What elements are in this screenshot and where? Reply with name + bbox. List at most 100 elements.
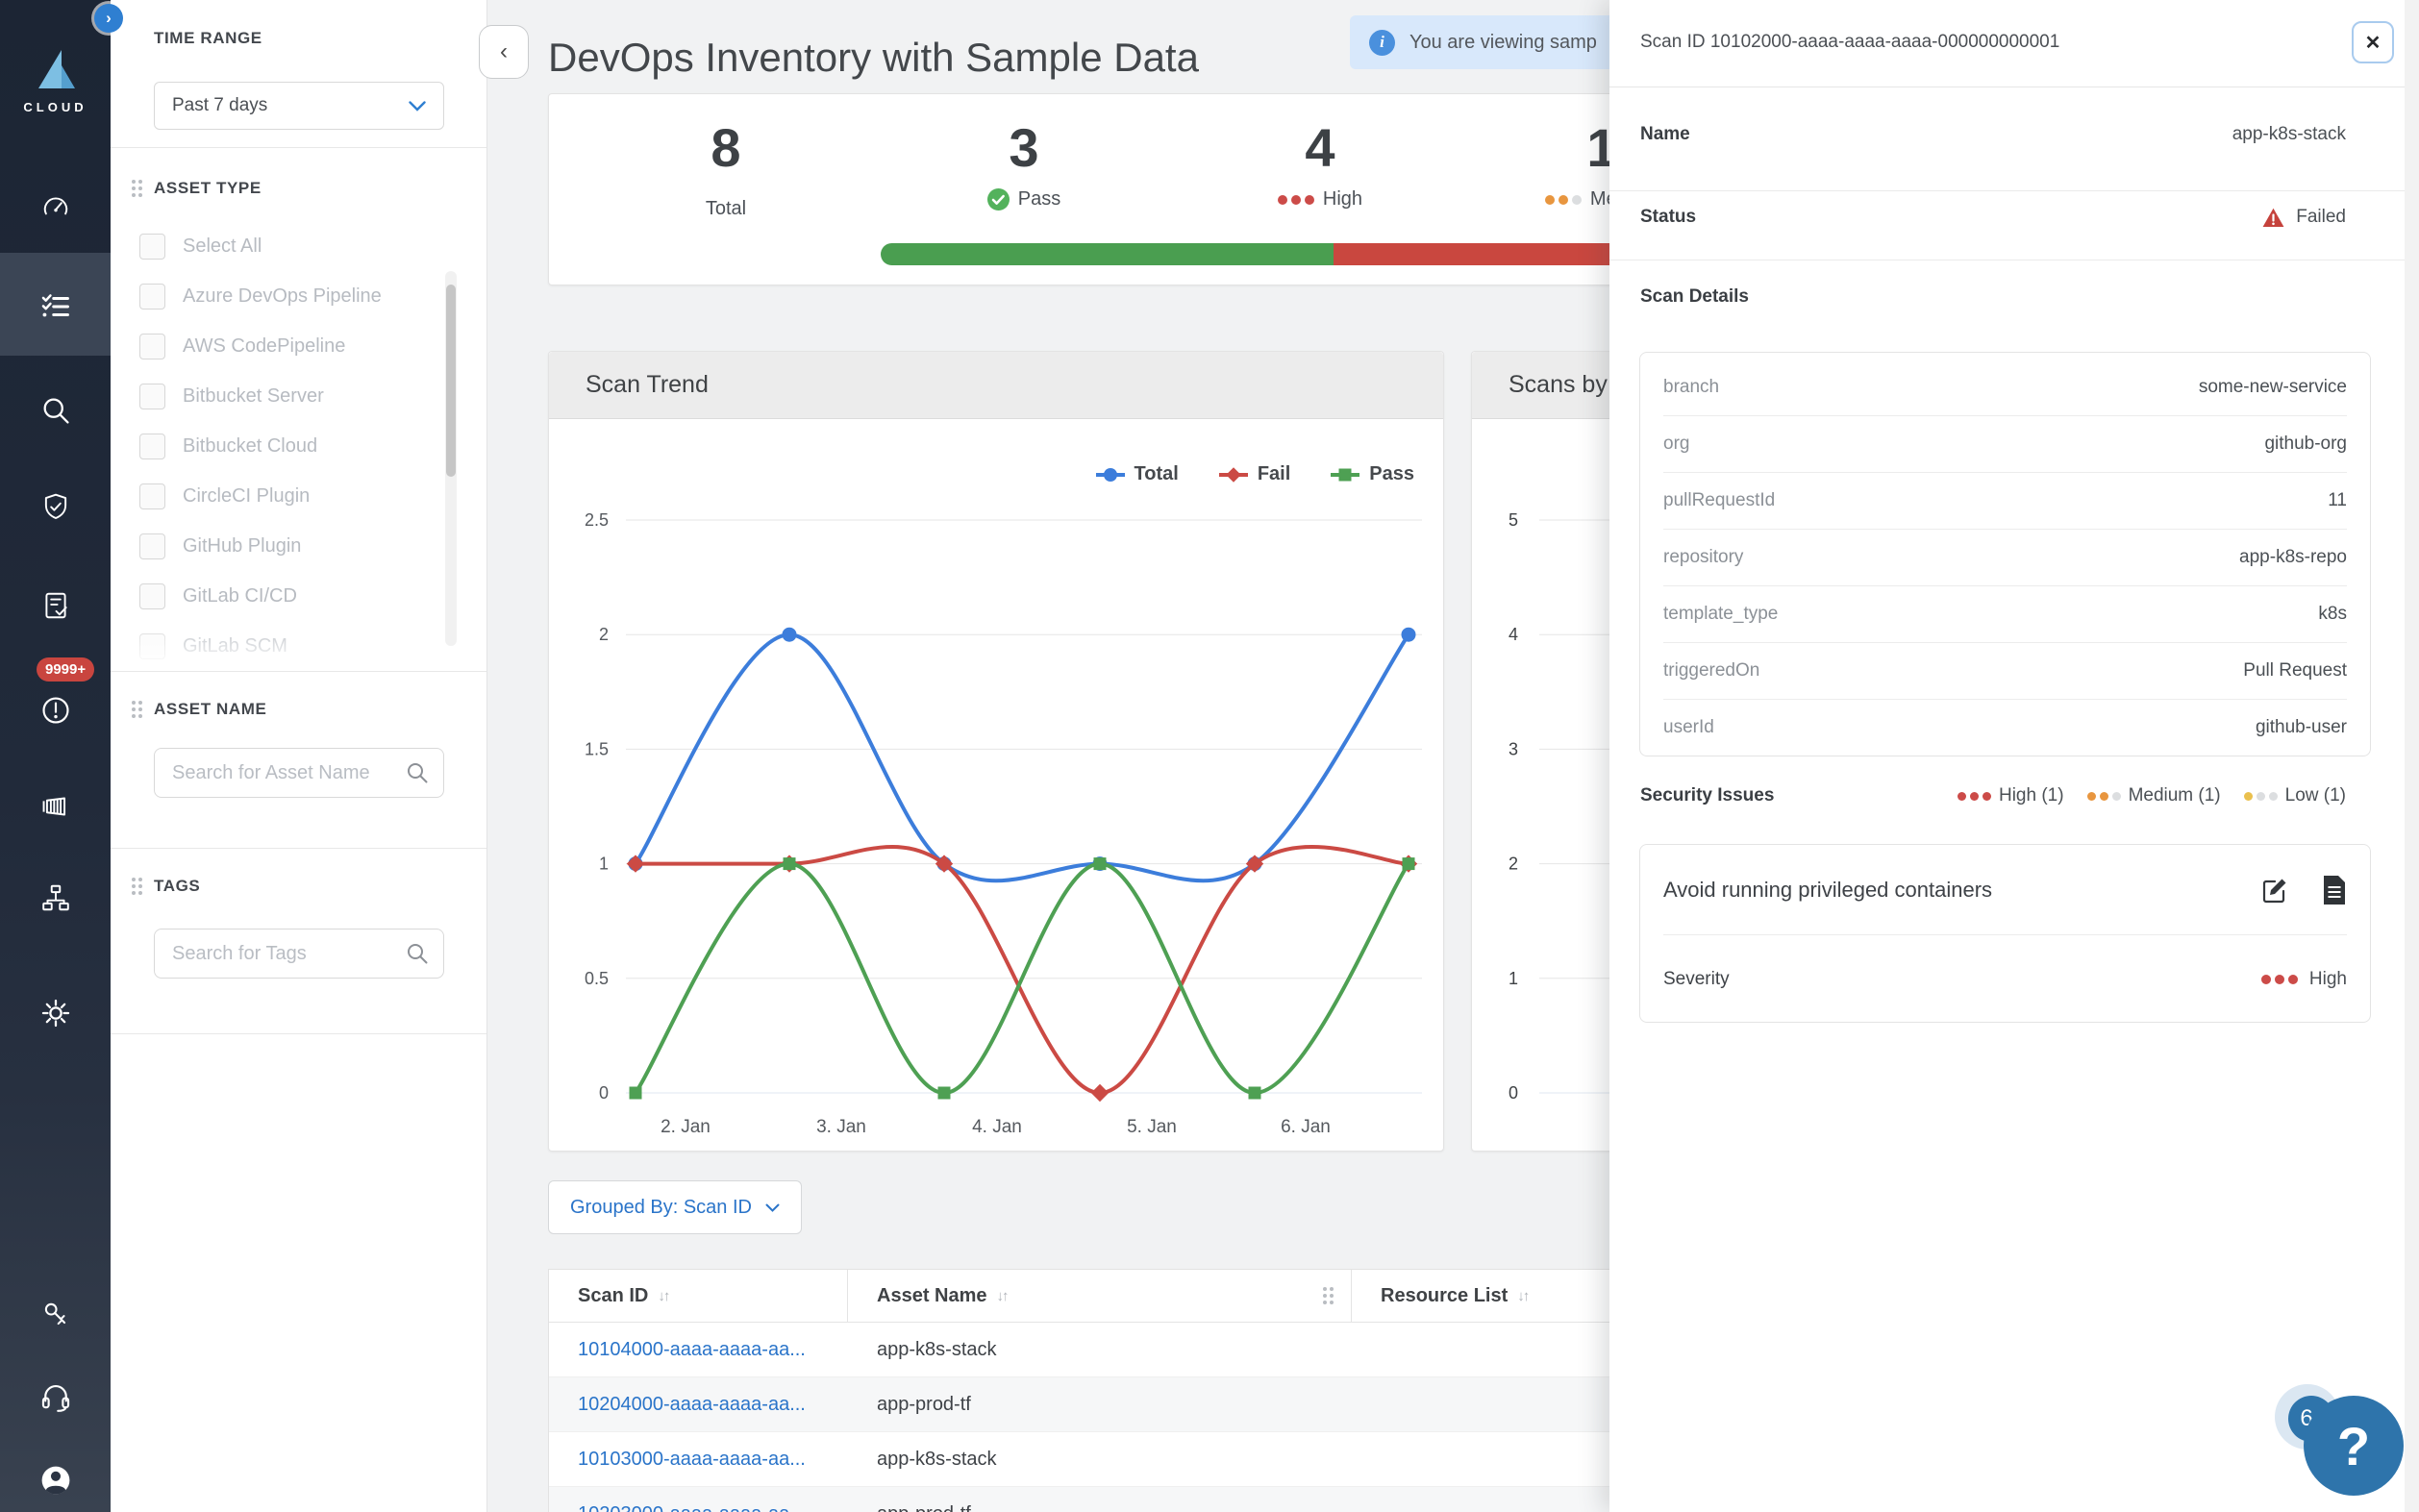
svg-text:1.5: 1.5 <box>585 739 609 758</box>
search-icon <box>408 763 428 783</box>
checkbox[interactable] <box>139 333 165 359</box>
tags-searchbox <box>154 929 444 979</box>
svg-text:2.5: 2.5 <box>585 510 609 530</box>
shield-check-icon[interactable] <box>0 492 111 523</box>
time-range-label: TIME RANGE <box>154 29 262 47</box>
svg-text:2: 2 <box>599 625 609 644</box>
scan-details-card: branch some-new-service org github-org pullR… <box>1639 352 2371 756</box>
column-asset-name[interactable]: Asset Name ↓↑ <box>848 1270 1352 1322</box>
severity-legend: High (1) Medium (1) Low (1) <box>1957 785 2346 806</box>
logo-text: CLOUD <box>23 100 87 114</box>
asset-name-search-input[interactable] <box>154 748 444 798</box>
checkbox[interactable] <box>139 582 165 609</box>
compliance-report-icon[interactable] <box>0 590 111 621</box>
detail-row: triggeredOn Pull Request <box>1663 643 2347 700</box>
dashboard-gauge-icon[interactable] <box>0 192 111 223</box>
search-icon[interactable] <box>0 394 111 427</box>
sidebar-expand-button[interactable]: › <box>94 4 123 33</box>
asset-type-option[interactable]: Select All <box>139 221 447 271</box>
legend-item-total[interactable]: Total <box>1095 463 1179 485</box>
asset-type-option[interactable]: GitLab CI/CD <box>139 571 447 621</box>
total-value: 8 <box>711 117 741 178</box>
scan-id-link[interactable]: 10204000-aaaa-aaaa-aa... <box>578 1394 806 1415</box>
svg-text:4. Jan: 4. Jan <box>972 1117 1022 1137</box>
scan-id-link[interactable]: 10203000-aaaa-aaaa-aa... <box>578 1503 806 1512</box>
grouped-by-button[interactable]: Grouped By: Scan ID <box>548 1180 802 1234</box>
chevron-down-icon <box>765 1203 780 1212</box>
network-icon[interactable] <box>0 882 111 913</box>
detail-row: branch some-new-service <box>1663 359 2347 416</box>
asset-type-option[interactable]: AWS CodePipeline <box>139 321 447 371</box>
checkbox[interactable] <box>139 233 165 260</box>
svg-text:3: 3 <box>1509 739 1518 758</box>
svg-text:5. Jan: 5. Jan <box>1127 1117 1177 1137</box>
checkbox[interactable] <box>139 483 165 509</box>
failed-warning-icon <box>2262 208 2284 227</box>
severity-label: Severity <box>1663 969 1730 989</box>
column-scan-id[interactable]: Scan ID ↓↑ <box>549 1270 848 1322</box>
high-label: High <box>1322 188 1363 210</box>
support-headset-icon[interactable] <box>0 1381 111 1414</box>
asset-name-searchbox <box>154 748 444 798</box>
checkbox[interactable] <box>139 383 165 409</box>
containers-icon[interactable] <box>0 790 111 823</box>
stat-high: 4 High <box>1214 119 1426 211</box>
asset-type-option[interactable]: CircleCI Plugin <box>139 471 447 521</box>
settings-gear-icon[interactable] <box>0 997 111 1029</box>
asset-type-option[interactable]: Bitbucket Server <box>139 371 447 421</box>
issue-severity-row: Severity High <box>1663 935 2347 1024</box>
scan-details-heading: Scan Details <box>1640 286 1749 307</box>
asset-name-cell: app-k8s-stack <box>877 1338 997 1360</box>
alerts-icon[interactable] <box>0 694 111 727</box>
drag-handle-icon[interactable] <box>132 701 142 718</box>
filters-collapse-button[interactable]: ‹ <box>479 25 529 79</box>
scan-details-panel: Scan ID 10102000-aaaa-aaaa-aaaa-00000000… <box>1609 0 2419 1512</box>
cloud-logo[interactable]: CLOUD <box>0 46 111 114</box>
close-icon: ✕ <box>2364 32 2382 54</box>
banner-text: You are viewing samp <box>1409 31 1597 53</box>
severity-dots <box>2260 975 2298 984</box>
checkbox[interactable] <box>139 433 165 459</box>
asset-type-option[interactable]: Azure DevOps Pipeline <box>139 271 447 321</box>
column-drag-handle-icon[interactable] <box>1323 1287 1334 1304</box>
close-button[interactable]: ✕ <box>2352 21 2394 63</box>
time-range-select[interactable]: Past 7 days <box>154 82 444 130</box>
document-icon[interactable] <box>2322 875 2347 905</box>
detail-row: template_type k8s <box>1663 586 2347 643</box>
legend-item-fail[interactable]: Fail <box>1218 463 1290 485</box>
inventory-checklist-icon[interactable] <box>0 290 111 323</box>
panel-scrollbar[interactable] <box>2405 0 2419 1512</box>
svg-text:3. Jan: 3. Jan <box>816 1117 866 1137</box>
asset-type-option[interactable]: GitHub Plugin <box>139 521 447 571</box>
svg-text:1: 1 <box>599 855 609 874</box>
help-button[interactable]: ? <box>2304 1396 2404 1496</box>
scan-id-link[interactable]: 10103000-aaaa-aaaa-aa... <box>578 1449 806 1470</box>
profile-icon[interactable] <box>0 1463 111 1498</box>
svg-text:0.5: 0.5 <box>585 969 609 988</box>
detail-row: repository app-k8s-repo <box>1663 530 2347 586</box>
asset-type-scrollbar[interactable] <box>445 271 457 646</box>
asset-type-option[interactable]: Bitbucket Cloud <box>139 421 447 471</box>
status-value: Failed <box>2296 207 2346 227</box>
checkbox[interactable] <box>139 632 165 659</box>
scan-id-link[interactable]: 10104000-aaaa-aaaa-aa... <box>578 1339 806 1360</box>
legend-item-pass[interactable]: Pass <box>1331 463 1414 485</box>
drag-handle-icon[interactable] <box>132 878 142 895</box>
checkbox[interactable] <box>139 283 165 310</box>
name-row: Name app-k8s-stack <box>1640 124 2346 144</box>
page-title: DevOps Inventory with Sample Data <box>548 35 1199 81</box>
asset-name-label: ASSET NAME <box>132 700 266 719</box>
tags-label: TAGS <box>132 877 200 896</box>
keys-icon[interactable] <box>0 1300 111 1330</box>
checkbox[interactable] <box>139 533 165 559</box>
drag-handle-icon[interactable] <box>132 180 142 197</box>
sort-icon[interactable]: ↓↑ <box>1517 1288 1530 1304</box>
chevron-down-icon <box>409 100 426 112</box>
status-row: Status Failed <box>1640 207 2346 227</box>
edit-icon[interactable] <box>2260 876 2289 905</box>
security-issues-row: Security Issues High (1) Medium (1) Low (1… <box>1640 775 2346 817</box>
sort-icon[interactable]: ↓↑ <box>997 1288 1010 1304</box>
asset-type-option[interactable]: GitLab SCM <box>139 621 447 663</box>
sort-icon[interactable]: ↓↑ <box>658 1288 670 1304</box>
tags-search-input[interactable] <box>154 929 444 979</box>
